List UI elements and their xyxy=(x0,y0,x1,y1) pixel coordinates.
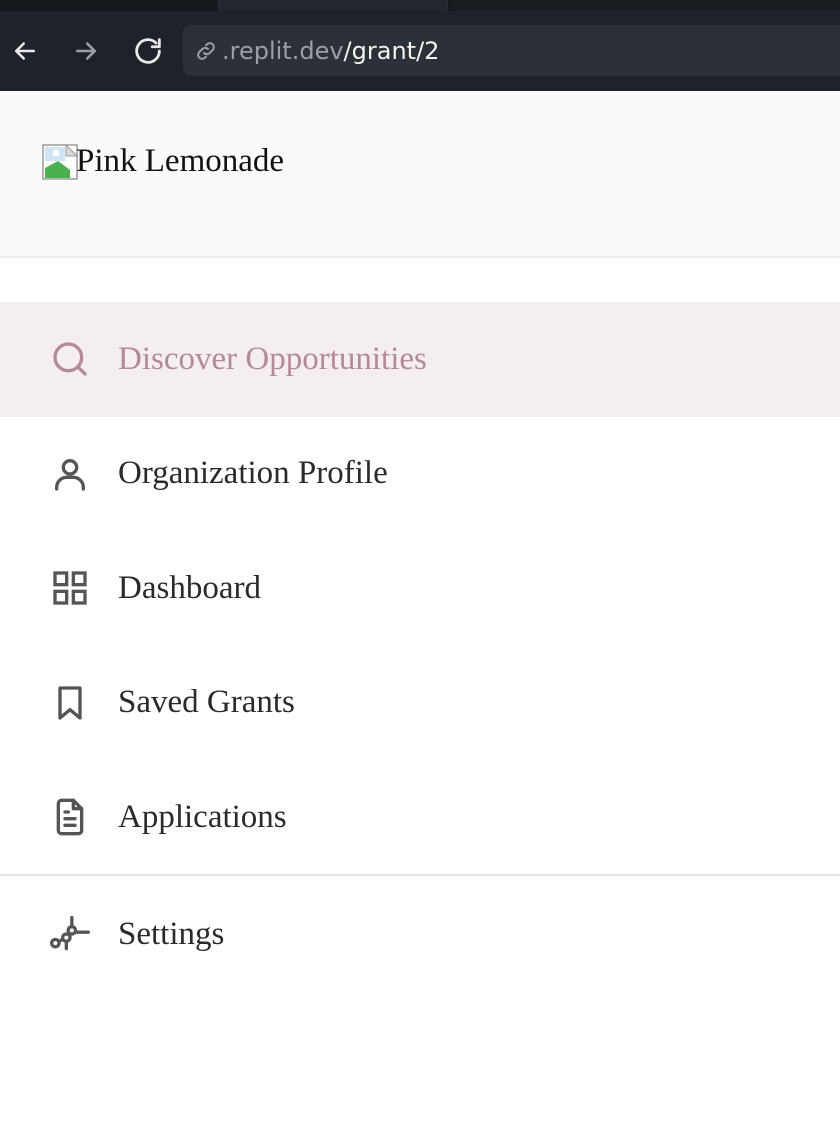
nav-item-label: Discover Opportunities xyxy=(118,340,427,377)
nav-item-label: Saved Grants xyxy=(118,684,295,721)
nav-item-label: Dashboard xyxy=(118,569,261,606)
user-icon xyxy=(46,450,94,498)
nav-item-label: Organization Profile xyxy=(118,455,388,492)
broken-image-icon xyxy=(42,143,79,180)
browser-tab[interactable] xyxy=(452,0,840,11)
sidebar-nav: Discover Opportunities Organization Prof… xyxy=(0,302,840,875)
url-host: .replit.dev xyxy=(222,36,344,65)
link-icon xyxy=(193,38,219,64)
browser-tab-active[interactable] xyxy=(218,0,448,11)
grid-icon xyxy=(46,564,94,612)
brand-name: Pink Lemonade xyxy=(76,143,285,179)
arrow-left-icon xyxy=(15,42,35,60)
tab-strip xyxy=(0,0,840,11)
address-bar[interactable]: .replit.dev/grant/2 xyxy=(183,25,840,76)
nav-item-settings[interactable]: Settings xyxy=(0,876,840,992)
bookmark-icon xyxy=(46,679,94,727)
url-path: /grant/2 xyxy=(343,36,440,65)
nav-item-applications[interactable]: Applications xyxy=(0,760,840,875)
browser-toolbar: .replit.dev/grant/2 xyxy=(0,0,840,91)
arrow-right-icon xyxy=(76,42,96,60)
reload-icon xyxy=(135,38,161,64)
nav-item-label: Settings xyxy=(118,915,225,952)
back-button[interactable] xyxy=(5,30,45,72)
search-icon xyxy=(46,335,94,383)
brand-logo[interactable]: Pink Lemonade xyxy=(42,143,284,180)
document-icon xyxy=(46,793,94,841)
forward-button[interactable] xyxy=(66,30,106,72)
nav-item-label: Applications xyxy=(118,798,287,835)
nav-item-discover-opportunities[interactable]: Discover Opportunities xyxy=(0,302,840,417)
nav-item-saved-grants[interactable]: Saved Grants xyxy=(0,646,840,761)
nav-item-organization-profile[interactable]: Organization Profile xyxy=(0,417,840,532)
settings-icon xyxy=(46,910,94,958)
app-header: Pink Lemonade xyxy=(0,91,840,258)
nav-item-dashboard[interactable]: Dashboard xyxy=(0,531,840,646)
reload-button[interactable] xyxy=(128,30,168,72)
